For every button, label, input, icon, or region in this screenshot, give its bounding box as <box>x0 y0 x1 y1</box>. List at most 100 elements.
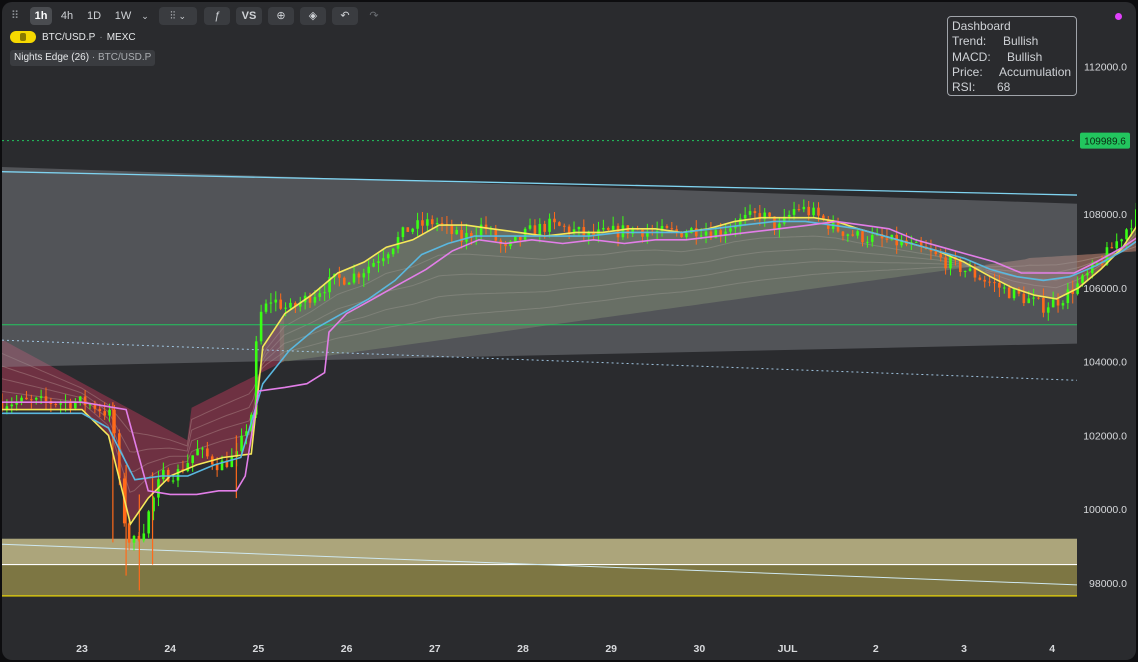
candle-body <box>372 262 375 267</box>
candle-body <box>44 396 48 402</box>
candle-body <box>83 396 87 406</box>
price-chart[interactable]: 112000.0 108000.0 106000.0 104000.0 102000.0… <box>2 2 1136 660</box>
candle-body <box>753 211 757 214</box>
candle-body <box>802 206 806 210</box>
candle-body <box>479 224 483 236</box>
candle-body <box>1120 239 1123 242</box>
candle-body <box>1056 299 1060 306</box>
symbol-legend[interactable]: BTC/USD.P · MEXC <box>10 29 136 45</box>
y-tick-label: 102000.0 <box>1083 430 1127 442</box>
candle-body <box>411 228 414 232</box>
x-tick-label: 23 <box>76 643 88 655</box>
candle-body <box>518 236 522 240</box>
candle-body <box>685 232 688 238</box>
candle-body <box>504 244 507 247</box>
dashboard-value: Bullish <box>1007 49 1043 64</box>
candle-body <box>1007 287 1011 299</box>
channel-band <box>2 166 1077 368</box>
candle-body <box>694 228 698 237</box>
indicator-name: Nights Edge (26) <box>14 52 90 63</box>
candle-body <box>78 396 82 403</box>
candle-body <box>606 228 610 230</box>
candle-body <box>215 464 219 471</box>
candle-body <box>201 448 204 450</box>
candle-body <box>616 225 620 238</box>
x-tick-label: 26 <box>341 643 353 655</box>
candle-body <box>10 404 14 407</box>
candle-body <box>1066 289 1070 304</box>
candle-body <box>25 397 28 400</box>
dashboard-title: Dashboard <box>952 19 1011 33</box>
last-price-badge: 109989.6 <box>1080 132 1130 149</box>
candle-body <box>113 409 116 434</box>
interval-1d-button[interactable]: 1D <box>82 7 106 25</box>
candle-body <box>514 236 517 242</box>
candle-body <box>318 293 322 297</box>
add-alert-button[interactable]: ⊕ <box>268 7 294 25</box>
candle-body <box>1042 297 1045 313</box>
candle-body <box>240 435 243 452</box>
candle-body <box>812 207 815 216</box>
candle-body <box>983 279 987 282</box>
candle-body <box>377 261 380 263</box>
x-tick-label: 29 <box>605 643 617 655</box>
dashboard-row-rsi: RSI: 68 <box>952 80 1072 95</box>
candle-body <box>421 220 424 226</box>
undo-button[interactable]: ↶ <box>332 7 358 25</box>
candle-body <box>186 463 190 472</box>
candle-body <box>851 234 855 236</box>
chevron-down-icon[interactable]: ⌄ <box>138 7 152 25</box>
candle-body <box>528 225 532 229</box>
candle-body <box>1061 303 1065 306</box>
candle-body <box>768 212 771 217</box>
x-tick-label: 4 <box>1049 643 1055 655</box>
candle-body <box>5 406 9 410</box>
x-tick-label: 27 <box>429 643 441 655</box>
candle-body <box>279 299 282 309</box>
indicator-legend[interactable]: Nights Edge (26) · BTC/USD.P <box>10 50 156 66</box>
dashboard-row-trend: Trend: Bullish <box>952 34 1072 49</box>
x-tick-label: 30 <box>694 643 706 655</box>
symbol-name: BTC/USD.P <box>42 31 96 43</box>
candle-body <box>1125 229 1128 240</box>
compare-button[interactable]: VS <box>236 7 262 25</box>
candle-body <box>406 227 410 232</box>
candle-body <box>455 229 458 235</box>
interval-1h-button[interactable]: 1h <box>30 7 52 25</box>
redo-button[interactable]: ↷ <box>362 7 386 25</box>
dashboard-key: Trend: <box>952 34 987 49</box>
dashboard-value: 68 <box>997 80 1011 95</box>
layers-button[interactable]: ◈ <box>300 7 326 25</box>
candle-body <box>357 273 361 278</box>
symbol-toggle-icon[interactable] <box>10 31 36 43</box>
candle-body <box>719 230 723 236</box>
candle-body <box>430 219 434 225</box>
candle-body <box>949 257 952 269</box>
candle-body <box>787 214 791 217</box>
candle-body <box>973 268 977 278</box>
support-zone <box>2 538 1078 597</box>
candle-body <box>108 409 111 416</box>
candle-body <box>401 227 405 238</box>
candle-body <box>621 225 625 238</box>
dashboard-row-price: Price: Accumulation <box>952 65 1072 80</box>
interval-1w-button[interactable]: 1W <box>110 7 136 25</box>
candle-body <box>132 535 136 543</box>
dashboard-value: Accumulation <box>999 64 1072 79</box>
drag-handle-icon[interactable]: ⠿ <box>7 7 23 25</box>
chart-type-button[interactable]: ⫶⫶ ⌄ <box>159 7 197 25</box>
candle-body <box>748 211 752 215</box>
candle-body <box>440 223 444 225</box>
candle-body <box>562 225 566 227</box>
candle-body <box>1037 297 1040 299</box>
last-price-label: 109989.6 <box>1084 137 1126 148</box>
interval-4h-button[interactable]: 4h <box>56 7 78 25</box>
candle-body <box>1110 247 1114 249</box>
candle-body <box>861 231 864 243</box>
indicators-button[interactable]: ƒ <box>204 7 230 25</box>
candle-body <box>1051 299 1055 308</box>
redo-icon: ↷ <box>369 10 379 22</box>
x-tick-label: 3 <box>961 643 967 655</box>
candle-body <box>382 258 385 262</box>
chevron-down-icon: ⌄ <box>178 11 187 21</box>
